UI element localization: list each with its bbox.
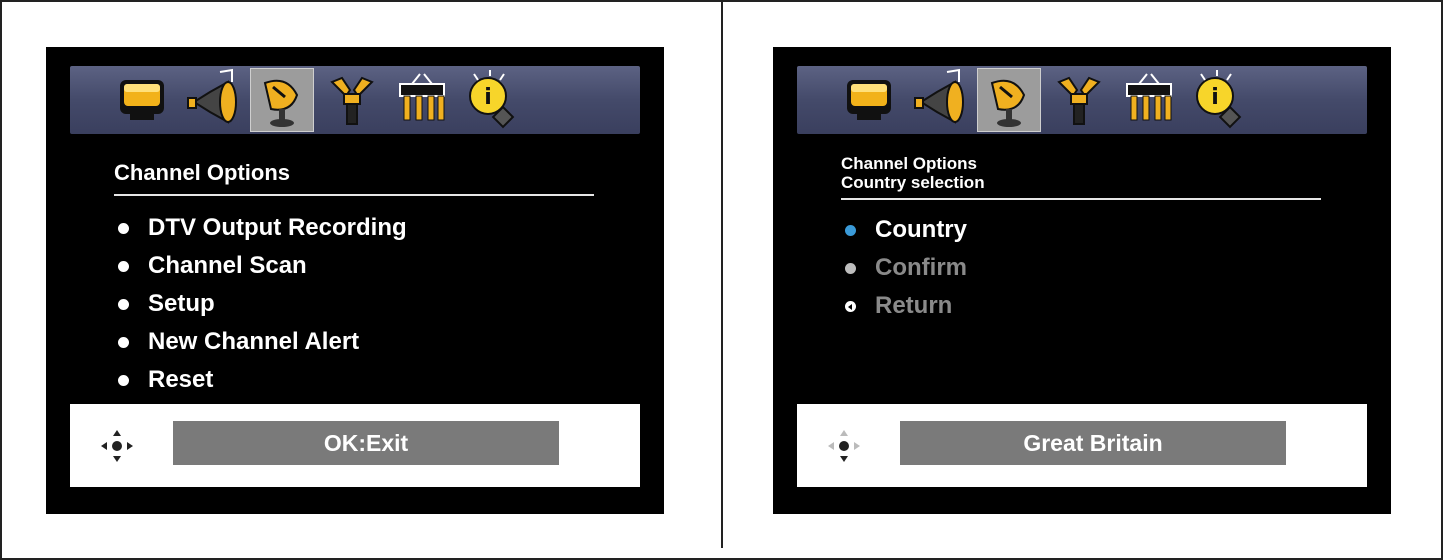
svg-text:i: i [1211, 85, 1219, 110]
channel-icon[interactable] [250, 68, 314, 132]
menu-icon-bar: i [70, 66, 640, 134]
menu-item-confirm[interactable]: Confirm [841, 249, 967, 287]
menu-item-country[interactable]: Country [841, 211, 967, 249]
panel-divider [721, 0, 723, 548]
connections-icon[interactable] [1117, 68, 1181, 132]
menu-footer: OK:Exit [70, 404, 640, 487]
menu-title: Channel Options [114, 158, 594, 196]
tv-menu-screen-right: i Channel Options Country selection Coun… [773, 47, 1391, 514]
bullet-icon [118, 337, 129, 348]
menu-title: Channel Options Country selection [841, 154, 1321, 200]
sound-icon[interactable] [907, 68, 971, 132]
menu-item-return[interactable]: Return [841, 287, 967, 325]
page-title: Channel Options [841, 154, 977, 173]
return-icon [845, 301, 856, 312]
channel-options-menu: DTV Output Recording Channel Scan Setup … [114, 209, 407, 399]
menu-item-new-channel-alert[interactable]: New Channel Alert [114, 323, 407, 361]
menu-item-reset[interactable]: Reset [114, 361, 407, 399]
bullet-icon [118, 223, 129, 234]
channel-icon[interactable] [977, 68, 1041, 132]
svg-text:i: i [484, 85, 492, 110]
menu-item-channel-scan[interactable]: Channel Scan [114, 247, 407, 285]
menu-item-dtv-output-recording[interactable]: DTV Output Recording [114, 209, 407, 247]
menu-footer: Great Britain [797, 404, 1367, 487]
bullet-icon [845, 263, 856, 274]
status-box: OK:Exit [173, 421, 559, 465]
navigation-arrows-icon [826, 428, 862, 464]
page-title: Channel Options [114, 160, 290, 185]
info-icon[interactable]: i [1187, 68, 1251, 132]
country-value-box[interactable]: Great Britain [900, 421, 1286, 465]
bullet-icon [118, 299, 129, 310]
picture-icon[interactable] [837, 68, 901, 132]
picture-icon[interactable] [110, 68, 174, 132]
bullet-icon [118, 261, 129, 272]
info-icon[interactable]: i [460, 68, 524, 132]
selected-bullet-icon [845, 225, 856, 236]
navigation-arrows-icon [99, 428, 135, 464]
menu-icon-bar: i [797, 66, 1367, 134]
sound-icon[interactable] [180, 68, 244, 132]
setup-icon[interactable] [320, 68, 384, 132]
bullet-icon [118, 375, 129, 386]
page-subtitle: Country selection [841, 173, 985, 192]
connections-icon[interactable] [390, 68, 454, 132]
country-selection-menu: Country Confirm Return [841, 211, 967, 325]
menu-item-setup[interactable]: Setup [114, 285, 407, 323]
tv-menu-screen-left: i Channel Options DTV Output Recording C… [46, 47, 664, 514]
setup-icon[interactable] [1047, 68, 1111, 132]
